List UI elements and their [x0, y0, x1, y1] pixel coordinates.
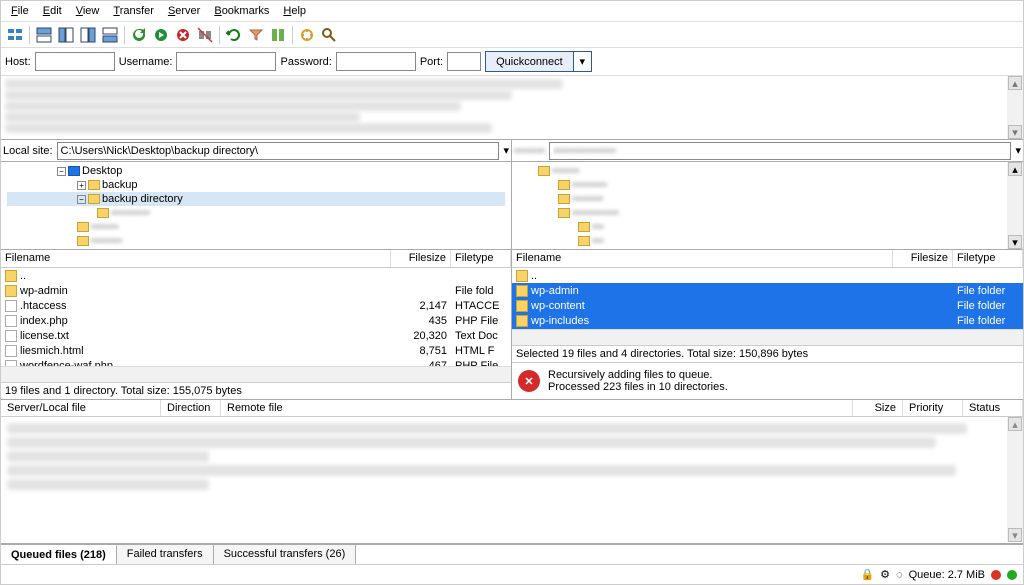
local-tree[interactable]: −Desktop +backup −backup directory ▪▪▪▪▪…	[1, 162, 511, 250]
local-status: 19 files and 1 directory. Total size: 15…	[1, 382, 511, 399]
file-row[interactable]: wp-contentFile folder	[512, 298, 1023, 313]
local-file-list[interactable]: ..wp-adminFile fold.htaccess2,147HTACCEi…	[1, 268, 511, 366]
local-hscroll[interactable]	[1, 366, 511, 382]
status-dot-red	[991, 570, 1001, 580]
refresh-icon[interactable]	[129, 25, 149, 45]
file-row[interactable]: liesmich.html8,751HTML F	[1, 343, 511, 358]
remote-tree-scroll[interactable]: ▴▾	[1007, 162, 1023, 249]
queue-size-label: Queue: 2.7 MiB	[909, 569, 985, 581]
stop-icon: ✕	[518, 370, 540, 392]
lock-icon: 🔒	[860, 568, 874, 581]
toggle-queue-icon[interactable]	[100, 25, 120, 45]
tab-failed[interactable]: Failed transfers	[117, 545, 214, 564]
site-manager-icon[interactable]	[5, 25, 25, 45]
compare-icon[interactable]	[268, 25, 288, 45]
file-row[interactable]: wp-adminFile folder	[512, 283, 1023, 298]
port-input[interactable]	[447, 52, 481, 71]
statusbar: 🔒 ⚙ ◌ Queue: 2.7 MiB	[1, 564, 1023, 584]
menu-help[interactable]: Help	[277, 3, 312, 19]
menu-bookmarks[interactable]: Bookmarks	[208, 3, 275, 19]
remote-path-input[interactable]	[549, 142, 1011, 160]
menu-file[interactable]: FFileile	[5, 3, 35, 19]
message-log: ▴▾	[1, 76, 1023, 140]
quickconnect-button[interactable]: Quickconnect	[485, 51, 574, 72]
menu-edit[interactable]: Edit	[37, 3, 68, 19]
remote-hscroll[interactable]	[512, 329, 1023, 345]
chevron-down-icon[interactable]: ▾	[1015, 144, 1021, 157]
file-row[interactable]: wordfence-waf.php467PHP File	[1, 358, 511, 366]
file-row[interactable]: ..	[1, 268, 511, 283]
status-dot-green	[1007, 570, 1017, 580]
remote-queue-msg: ✕ Recursively adding files to queue. Pro…	[512, 362, 1023, 399]
file-row[interactable]: index.php435PHP File	[1, 313, 511, 328]
idle-icon: ◌	[896, 569, 903, 581]
host-label: Host:	[5, 56, 31, 68]
transfer-queue: Server/Local file Direction Remote file …	[1, 400, 1023, 544]
sync-browse-icon[interactable]	[297, 25, 317, 45]
username-label: Username:	[119, 56, 173, 68]
log-scrollbar[interactable]: ▴▾	[1007, 76, 1023, 139]
password-label: Password:	[280, 56, 331, 68]
toggle-tree-icon[interactable]	[56, 25, 76, 45]
remote-site-label: ▪▪▪▪▪▪▪▪	[514, 145, 545, 157]
tab-queued[interactable]: Queued files (218)	[1, 545, 117, 564]
cancel-icon[interactable]	[173, 25, 193, 45]
col-filesize: Filesize	[391, 250, 451, 267]
remote-status: Selected 19 files and 4 directories. Tot…	[512, 345, 1023, 362]
chevron-down-icon[interactable]: ▾	[503, 144, 509, 157]
port-label: Port:	[420, 56, 443, 68]
queue-header[interactable]: Server/Local file Direction Remote file …	[1, 400, 1023, 417]
password-input[interactable]	[336, 52, 416, 71]
local-list-header[interactable]: Filename Filesize Filetype	[1, 250, 511, 268]
local-site-label: Local site:	[3, 145, 53, 157]
reconnect-icon[interactable]	[224, 25, 244, 45]
menu-server[interactable]: Server	[162, 3, 206, 19]
file-row[interactable]: wp-adminFile fold	[1, 283, 511, 298]
remote-list-header[interactable]: Filename Filesize Filetype	[512, 250, 1023, 268]
col-filetype: Filetype	[451, 250, 511, 267]
file-row[interactable]: wp-snapshotsFile folder	[512, 328, 1023, 329]
username-input[interactable]	[176, 52, 276, 71]
remote-pane: ▪▪▪▪▪▪▪▪ ▾ ▪▪▪▪▪▪▪ ▪▪▪▪▪▪▪▪▪ ▪▪▪▪▪▪▪▪ ▪▪…	[512, 140, 1023, 399]
queue-scroll[interactable]: ▴▾	[1007, 417, 1023, 542]
local-pane: Local site: ▾ −Desktop +backup −backup d…	[1, 140, 512, 399]
disconnect-icon[interactable]	[195, 25, 215, 45]
filter-icon[interactable]	[246, 25, 266, 45]
menu-view[interactable]: View	[70, 3, 106, 19]
queue-tabs: Queued files (218) Failed transfers Succ…	[1, 544, 1023, 564]
gear-icon[interactable]: ⚙	[880, 568, 890, 581]
file-row[interactable]: .htaccess2,147HTACCE	[1, 298, 511, 313]
quickconnect-dropdown[interactable]: ▾	[574, 51, 592, 72]
menubar: FFileile Edit View Transfer Server Bookm…	[1, 1, 1023, 22]
col-filetype: Filetype	[953, 250, 1023, 267]
file-row[interactable]: license.txt20,320Text Doc	[1, 328, 511, 343]
host-input[interactable]	[35, 52, 115, 71]
remote-tree[interactable]: ▪▪▪▪▪▪▪ ▪▪▪▪▪▪▪▪▪ ▪▪▪▪▪▪▪▪ ▪▪▪▪▪▪▪▪▪▪▪▪ …	[512, 162, 1023, 250]
menu-transfer[interactable]: Transfer	[107, 3, 160, 19]
col-filesize: Filesize	[893, 250, 953, 267]
queue-list[interactable]: ▴▾	[1, 417, 1023, 542]
file-row[interactable]: wp-includesFile folder	[512, 313, 1023, 328]
col-filename: Filename	[512, 250, 893, 267]
toolbar	[1, 22, 1023, 48]
tab-successful[interactable]: Successful transfers (26)	[214, 545, 357, 564]
toggle-log-icon[interactable]	[34, 25, 54, 45]
toggle-remote-tree-icon[interactable]	[78, 25, 98, 45]
local-path-input[interactable]	[57, 142, 500, 160]
quickconnect-bar: Host: Username: Password: Port: Quickcon…	[1, 48, 1023, 76]
process-queue-icon[interactable]	[151, 25, 171, 45]
remote-file-list[interactable]: ..wp-adminFile folderwp-contentFile fold…	[512, 268, 1023, 329]
file-row[interactable]: ..	[512, 268, 1023, 283]
search-icon[interactable]	[319, 25, 339, 45]
col-filename: Filename	[1, 250, 391, 267]
